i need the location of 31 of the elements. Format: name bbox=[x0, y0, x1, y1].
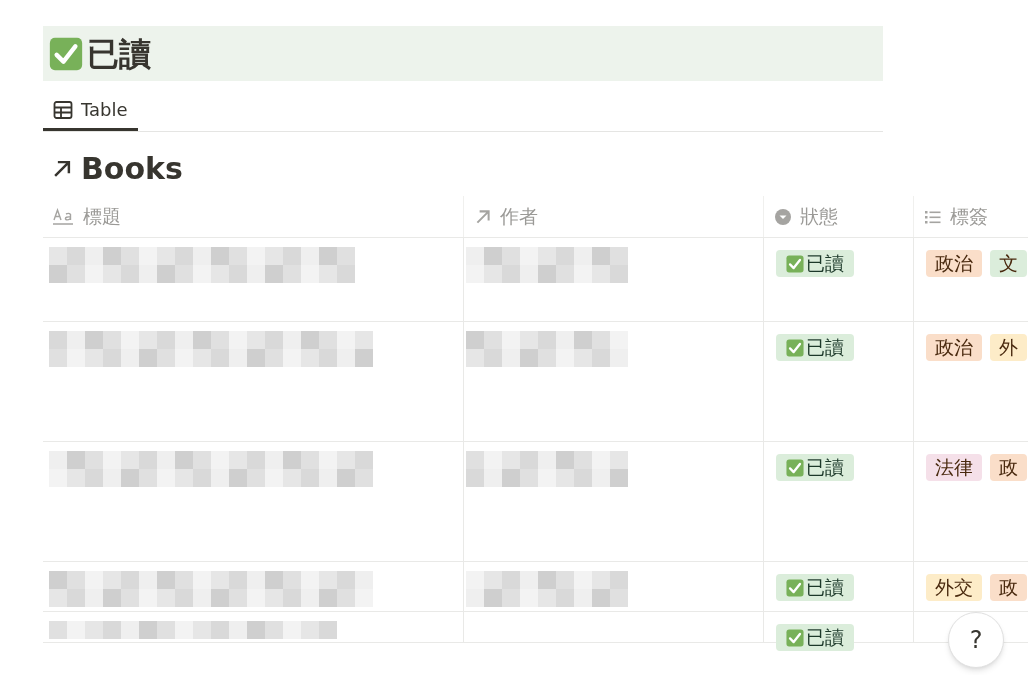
check-mark-icon bbox=[786, 338, 804, 357]
page-title: 已讀 bbox=[87, 33, 151, 75]
check-mark-icon bbox=[786, 254, 804, 273]
tag: 外交 bbox=[926, 574, 982, 601]
check-mark-icon bbox=[786, 628, 804, 647]
table-icon bbox=[53, 99, 73, 120]
check-mark-icon bbox=[786, 578, 804, 597]
check-mark-icon bbox=[49, 36, 83, 71]
database-title: Books bbox=[81, 154, 183, 184]
help-button[interactable]: ? bbox=[948, 612, 1004, 668]
status-tag: 已讀 bbox=[776, 250, 854, 277]
status-icon bbox=[774, 207, 792, 226]
column-header: 標簽 bbox=[950, 204, 988, 230]
tag: 政治 bbox=[926, 334, 982, 361]
text-property-icon bbox=[53, 207, 75, 226]
column-header: 作者 bbox=[500, 204, 538, 230]
tag: 法律 bbox=[926, 454, 982, 481]
check-mark-icon bbox=[786, 458, 804, 477]
status-tag: 已讀 bbox=[776, 334, 854, 361]
tag: 政 bbox=[990, 454, 1027, 481]
arrow-icon bbox=[474, 207, 492, 226]
column-header: 狀態 bbox=[800, 204, 838, 230]
tag: 外 bbox=[990, 334, 1027, 361]
status-tag: 已讀 bbox=[776, 454, 854, 481]
status-tag: 已讀 bbox=[776, 624, 854, 651]
tag: 文 bbox=[990, 250, 1027, 277]
status-tag: 已讀 bbox=[776, 574, 854, 601]
column-header: 標題 bbox=[83, 204, 121, 230]
view-tab[interactable]: Table bbox=[43, 91, 138, 131]
tag: 政治 bbox=[926, 250, 982, 277]
tag: 政 bbox=[990, 574, 1027, 601]
